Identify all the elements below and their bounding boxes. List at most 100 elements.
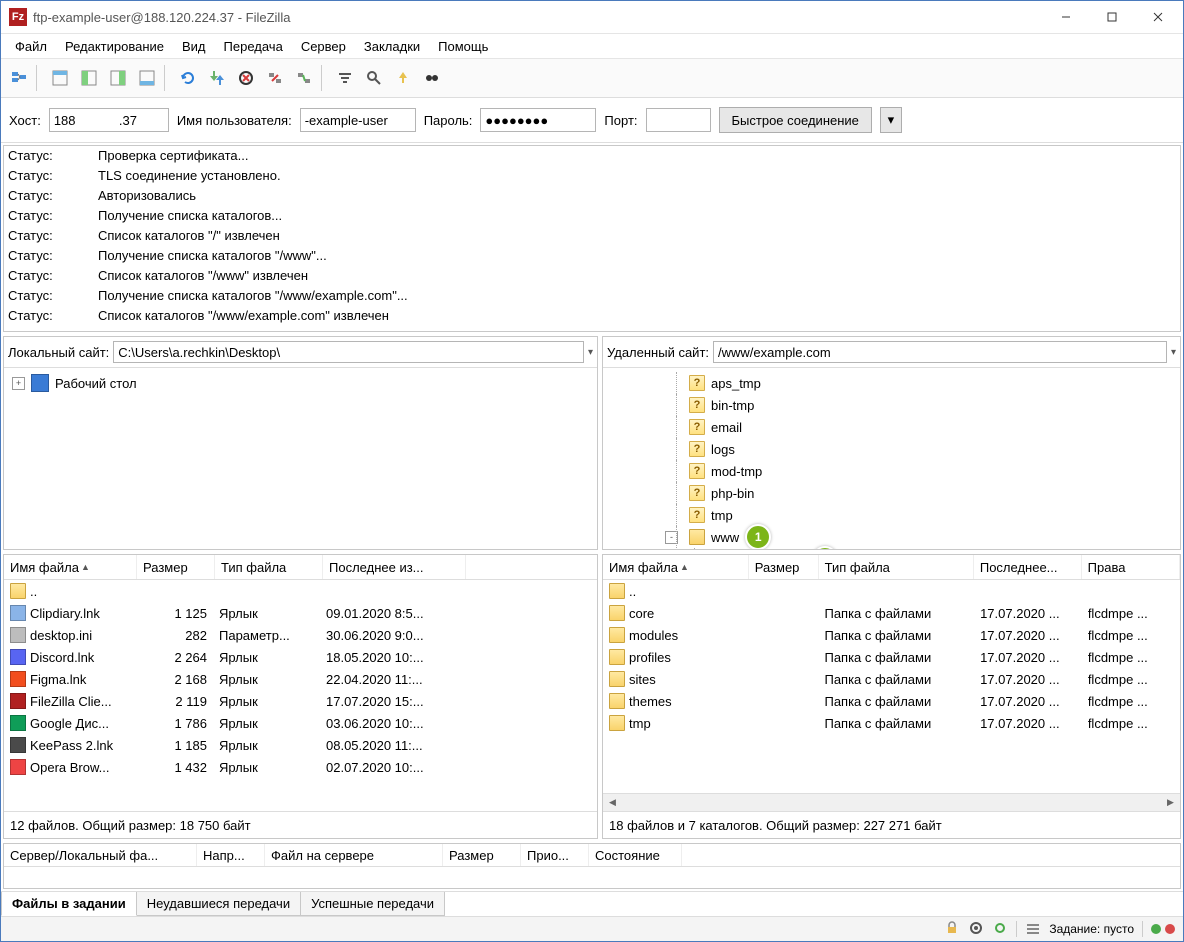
column-header[interactable]: Состояние bbox=[589, 844, 682, 866]
search-button[interactable] bbox=[360, 64, 388, 92]
column-header[interactable]: Размер bbox=[443, 844, 521, 866]
dropdown-icon[interactable]: ▾ bbox=[588, 347, 593, 358]
file-row[interactable]: FileZilla Clie...2 119Ярлык17.07.2020 15… bbox=[4, 690, 597, 712]
menu-Передача[interactable]: Передача bbox=[216, 37, 291, 56]
site-manager-button[interactable] bbox=[5, 64, 33, 92]
unknown-folder-icon: ? bbox=[689, 397, 705, 413]
folder-icon bbox=[10, 583, 26, 599]
pass-input[interactable] bbox=[480, 108, 596, 132]
column-header[interactable]: Прио... bbox=[521, 844, 589, 866]
column-header[interactable]: Последнее из... bbox=[323, 555, 466, 579]
tree-item[interactable]: +?logs bbox=[603, 438, 1180, 460]
column-header[interactable]: Тип файла bbox=[819, 555, 974, 579]
file-row[interactable]: desktop.ini282Параметр...30.06.2020 9:0.… bbox=[4, 624, 597, 646]
local-columns[interactable]: Имя файла▲РазмерТип файлаПоследнее из... bbox=[4, 555, 597, 580]
host-input[interactable] bbox=[49, 108, 169, 132]
log-panel[interactable]: Статус:Проверка сертификата...Статус:TLS… bbox=[3, 145, 1181, 332]
horizontal-scrollbar[interactable]: ◀▶ bbox=[603, 793, 1180, 811]
maximize-button[interactable] bbox=[1089, 2, 1135, 32]
tab[interactable]: Неудавшиеся передачи bbox=[136, 892, 301, 916]
folder-icon bbox=[609, 605, 625, 621]
folder-icon bbox=[689, 529, 705, 545]
process-queue-button[interactable] bbox=[203, 64, 231, 92]
close-button[interactable] bbox=[1135, 2, 1181, 32]
file-row[interactable]: Clipdiary.lnk1 125Ярлык09.01.2020 8:5... bbox=[4, 602, 597, 624]
column-header[interactable]: Сервер/Локальный фа... bbox=[4, 844, 197, 866]
file-row[interactable]: Discord.lnk2 264Ярлык18.05.2020 10:... bbox=[4, 646, 597, 668]
file-row[interactable]: Figma.lnk2 168Ярлык22.04.2020 11:... bbox=[4, 668, 597, 690]
file-row[interactable]: Opera Brow...1 432Ярлык02.07.2020 10:... bbox=[4, 756, 597, 778]
menu-Вид[interactable]: Вид bbox=[174, 37, 214, 56]
menu-Файл[interactable]: Файл bbox=[7, 37, 55, 56]
column-header[interactable]: Размер bbox=[749, 555, 819, 579]
menu-Редактирование[interactable]: Редактирование bbox=[57, 37, 172, 56]
quickconnect-dropdown[interactable]: ▾ bbox=[880, 107, 902, 133]
tree-item[interactable]: +example.com2 bbox=[603, 548, 1180, 549]
local-filelist[interactable]: Имя файла▲РазмерТип файлаПоследнее из...… bbox=[4, 555, 597, 811]
tree-item[interactable]: -www1 bbox=[603, 526, 1180, 548]
minimize-button[interactable] bbox=[1043, 2, 1089, 32]
file-row[interactable]: coreПапка с файлами17.07.2020 ...flcdmpe… bbox=[603, 602, 1180, 624]
port-input[interactable] bbox=[646, 108, 711, 132]
toolbar bbox=[1, 59, 1183, 98]
tree-item[interactable]: +?php-bin bbox=[603, 482, 1180, 504]
file-row[interactable]: KeePass 2.lnk1 185Ярлык08.05.2020 11:... bbox=[4, 734, 597, 756]
remote-columns[interactable]: Имя файла▲РазмерТип файлаПоследнее...Пра… bbox=[603, 555, 1180, 580]
tree-item[interactable]: +?email bbox=[603, 416, 1180, 438]
tree-item[interactable]: +?aps_tmp bbox=[603, 372, 1180, 394]
log-line: Статус:Список каталогов "/www/example.co… bbox=[4, 306, 1180, 326]
refresh-button[interactable] bbox=[174, 64, 202, 92]
tree-item[interactable]: +?bin-tmp bbox=[603, 394, 1180, 416]
toggle-local-tree-button[interactable] bbox=[75, 64, 103, 92]
file-row[interactable]: themesПапка с файлами17.07.2020 ...flcdm… bbox=[603, 690, 1180, 712]
unknown-folder-icon: ? bbox=[689, 375, 705, 391]
menu-Закладки[interactable]: Закладки bbox=[356, 37, 428, 56]
file-row[interactable]: .. bbox=[603, 580, 1180, 602]
filter-button[interactable] bbox=[331, 64, 359, 92]
file-row[interactable]: profilesПапка с файлами17.07.2020 ...flc… bbox=[603, 646, 1180, 668]
column-header[interactable]: Имя файла▲ bbox=[603, 555, 749, 579]
remote-path-input[interactable] bbox=[713, 341, 1167, 363]
local-path-input[interactable] bbox=[113, 341, 584, 363]
tree-item[interactable]: +?mod-tmp bbox=[603, 460, 1180, 482]
port-label: Порт: bbox=[604, 113, 637, 128]
tree-item[interactable]: +?tmp bbox=[603, 504, 1180, 526]
folder-icon bbox=[609, 693, 625, 709]
file-row[interactable]: .. bbox=[4, 580, 597, 602]
user-input[interactable] bbox=[300, 108, 416, 132]
column-header[interactable]: Файл на сервере bbox=[265, 844, 443, 866]
menu-Помощь[interactable]: Помощь bbox=[430, 37, 496, 56]
tab[interactable]: Файлы в задании bbox=[1, 892, 137, 916]
column-header[interactable]: Права bbox=[1082, 555, 1180, 579]
remote-label: Удаленный сайт: bbox=[607, 345, 709, 360]
toggle-queue-button[interactable] bbox=[133, 64, 161, 92]
file-row[interactable]: Google Дис...1 786Ярлык03.06.2020 10:... bbox=[4, 712, 597, 734]
column-header[interactable]: Тип файла bbox=[215, 555, 323, 579]
unknown-folder-icon: ? bbox=[689, 419, 705, 435]
remote-tree[interactable]: +?aps_tmp+?bin-tmp+?email+?logs+?mod-tmp… bbox=[603, 368, 1180, 549]
compare-button[interactable] bbox=[389, 64, 417, 92]
toggle-remote-tree-button[interactable] bbox=[104, 64, 132, 92]
reconnect-button[interactable] bbox=[290, 64, 318, 92]
dropdown-icon[interactable]: ▾ bbox=[1171, 347, 1176, 358]
local-tree[interactable]: + Рабочий стол bbox=[4, 368, 597, 549]
file-row[interactable]: sitesПапка с файлами17.07.2020 ...flcdmp… bbox=[603, 668, 1180, 690]
remote-filelist[interactable]: Имя файла▲РазмерТип файлаПоследнее...Пра… bbox=[603, 555, 1180, 793]
sync-browse-button[interactable] bbox=[418, 64, 446, 92]
file-row[interactable]: modulesПапка с файлами17.07.2020 ...flcd… bbox=[603, 624, 1180, 646]
column-header[interactable]: Имя файла▲ bbox=[4, 555, 137, 579]
column-header[interactable]: Последнее... bbox=[974, 555, 1082, 579]
toggle-log-button[interactable] bbox=[46, 64, 74, 92]
column-header[interactable]: Напр... bbox=[197, 844, 265, 866]
disconnect-button[interactable] bbox=[261, 64, 289, 92]
remote-site-panel: Удаленный сайт: ▾ +?aps_tmp+?bin-tmp+?em… bbox=[602, 336, 1181, 550]
column-header[interactable]: Размер bbox=[137, 555, 215, 579]
menu-Сервер[interactable]: Сервер bbox=[293, 37, 354, 56]
quickconnect-button[interactable]: Быстрое соединение bbox=[719, 107, 872, 133]
tab[interactable]: Успешные передачи bbox=[300, 892, 445, 916]
tree-item-desktop[interactable]: + Рабочий стол bbox=[4, 372, 597, 394]
queue-panel[interactable]: Сервер/Локальный фа...Напр...Файл на сер… bbox=[3, 843, 1181, 889]
cancel-button[interactable] bbox=[232, 64, 260, 92]
file-row[interactable]: tmpПапка с файлами17.07.2020 ...flcdmpe … bbox=[603, 712, 1180, 734]
expander-icon[interactable]: + bbox=[12, 377, 25, 390]
